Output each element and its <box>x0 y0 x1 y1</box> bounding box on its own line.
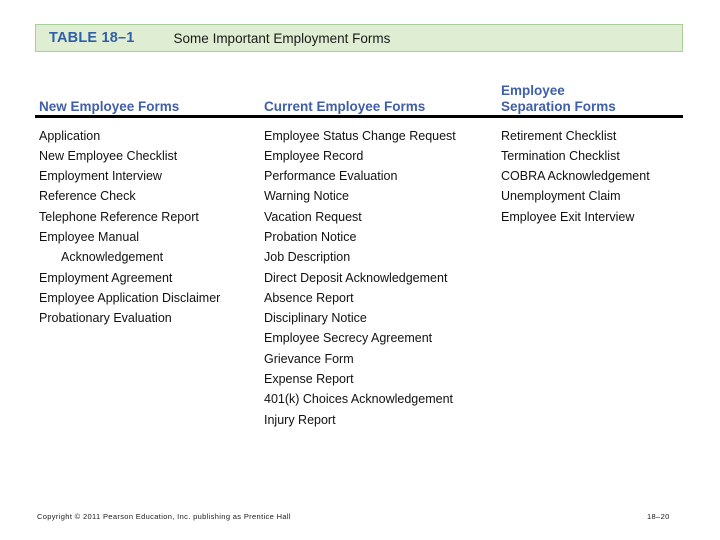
column-header-current-employee-forms: Current Employee Forms <box>264 99 426 114</box>
table-cell-item: Absence Report <box>264 290 354 305</box>
table-cell-item: Employment Agreement <box>39 270 173 285</box>
table-cell-item: Employee Record <box>264 148 364 163</box>
table-cell-item: Warning Notice <box>264 189 349 204</box>
table-cell-item: Employee Exit Interview <box>501 209 635 224</box>
table-cell-item: Unemployment Claim <box>501 189 621 204</box>
page-number: 18–20 <box>647 512 670 521</box>
table-cell-item: Probation Notice <box>264 229 357 244</box>
header-divider-rule <box>35 115 683 118</box>
table-cell-item: COBRA Acknowledgement <box>501 169 650 184</box>
table-cell-item: Expense Report <box>264 372 354 387</box>
table-cell-item: 401(k) Choices Acknowledgement <box>264 392 453 407</box>
copyright-notice: Copyright © 2011 Pearson Education, Inc.… <box>37 512 291 521</box>
table-title-banner: TABLE 18–1 Some Important Employment For… <box>35 24 683 52</box>
table-cell-item: Injury Report <box>264 412 336 427</box>
table-cell-item: Direct Deposit Acknowledgement <box>264 270 448 285</box>
table-cell-item: Vacation Request <box>264 209 362 224</box>
table-cell-item: Termination Checklist <box>501 148 620 163</box>
table-cell-item: Job Description <box>264 250 351 265</box>
column-header-new-employee-forms: New Employee Forms <box>39 99 180 114</box>
column-body-new-employee-forms: Application New Employee Checklist Employm… <box>39 126 267 329</box>
table-cell-item: Employee Secrecy Agreement <box>264 331 433 346</box>
table-cell-item: Employee Manual Acknowledgement <box>39 227 267 268</box>
column-body-employee-separation-forms: Retirement Checklist Termination Checklis… <box>501 126 686 227</box>
table-cell-item: Employee Status Change Request <box>264 128 456 143</box>
table-cell-item: Performance Evaluation <box>264 169 398 184</box>
table-cell-item: Application <box>39 128 101 143</box>
table-cell-item: Grievance Form <box>264 351 354 366</box>
table-cell-item: Employment Interview <box>39 169 162 184</box>
slide-canvas: TABLE 18–1 Some Important Employment For… <box>0 0 720 540</box>
table-header-row: New Employee Forms Current Employee Form… <box>35 70 683 115</box>
table-cell-item-continuation: Acknowledgement <box>61 250 164 265</box>
table-cell-item: Probationary Evaluation <box>39 311 172 326</box>
table-body: Application New Employee Checklist Employm… <box>35 126 683 456</box>
table-cell-item: Reference Check <box>39 189 136 204</box>
table-number-label: TABLE 18–1 <box>49 30 135 46</box>
table-caption: Some Important Employment Forms <box>173 30 391 46</box>
table-cell-item: New Employee Checklist <box>39 148 178 163</box>
table-cell-item: Disciplinary Notice <box>264 311 367 326</box>
column-body-current-employee-forms: Employee Status Change Request Employee R… <box>264 126 498 430</box>
table-cell-item: Retirement Checklist <box>501 128 617 143</box>
column-header-employee-separation-forms: Employee Separation Forms <box>501 83 616 114</box>
employment-forms-table: New Employee Forms Current Employee Form… <box>35 70 683 456</box>
table-cell-item: Telephone Reference Report <box>39 209 199 224</box>
table-cell-item: Employee Application Disclaimer <box>39 290 221 305</box>
